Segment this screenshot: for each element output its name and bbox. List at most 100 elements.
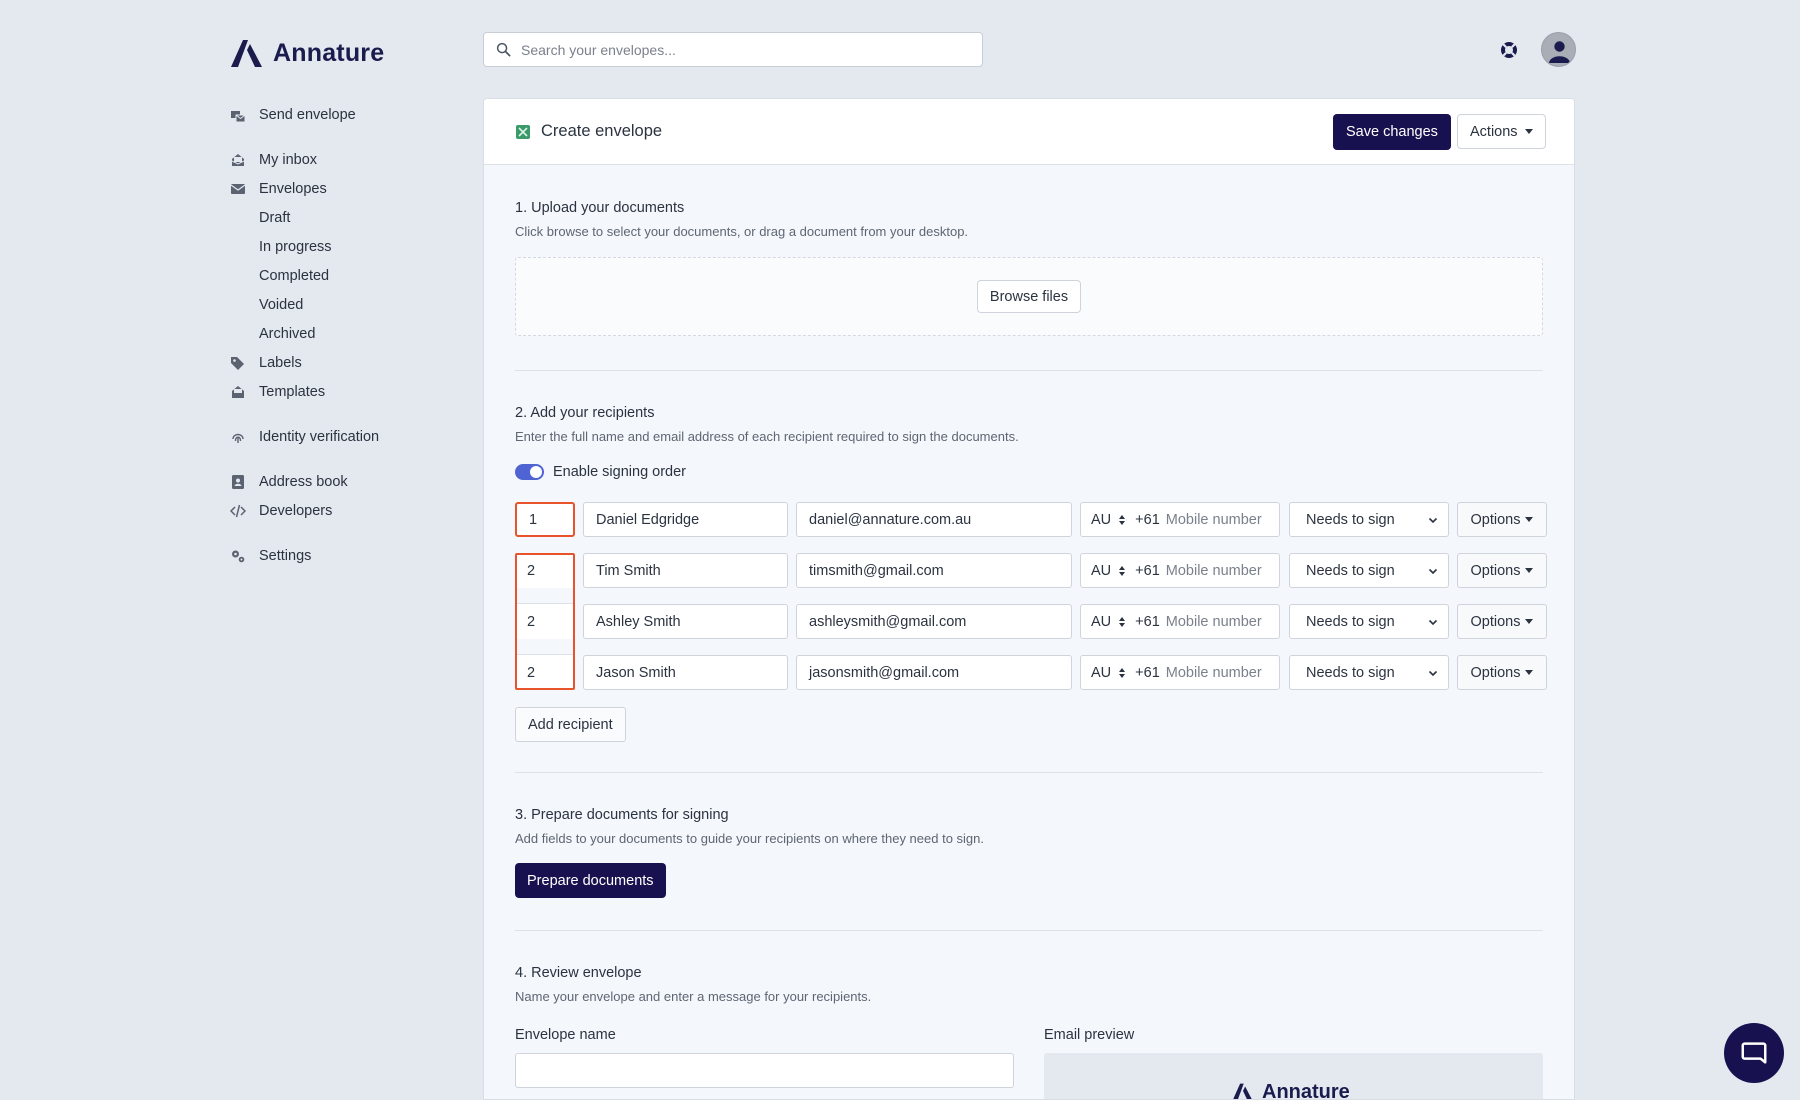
dial-code: +61: [1135, 562, 1160, 579]
sidebar-item-label: Completed: [259, 267, 330, 284]
recipients-list: 1 Daniel Edgridge daniel@annature.com.au…: [515, 502, 1547, 692]
search-bar[interactable]: [483, 32, 983, 67]
recipient-email-input[interactable]: jasonsmith@gmail.com: [796, 655, 1072, 690]
actions-label: Actions: [1470, 123, 1518, 140]
select-arrows-icon: [1119, 514, 1126, 525]
panel-header: Create envelope Save changes Actions: [484, 99, 1574, 165]
sidebar-item-in-progress[interactable]: In progress: [229, 232, 449, 261]
sidebar-item-voided[interactable]: Voided: [229, 290, 449, 319]
prepare-description: Add fields to your documents to guide yo…: [515, 831, 985, 846]
signing-order-input[interactable]: 1: [515, 502, 575, 537]
order-group-separator: [517, 654, 573, 655]
recipient-name-input[interactable]: Daniel Edgridge: [583, 502, 788, 537]
recipient-options-button[interactable]: Options: [1457, 655, 1547, 690]
role-value: Needs to sign: [1306, 664, 1395, 681]
mobile-number-input[interactable]: Mobile number: [1166, 512, 1262, 528]
browse-files-button[interactable]: Browse files: [976, 280, 1082, 313]
envelope-name-label: Envelope name: [515, 1027, 616, 1043]
create-envelope-icon: [516, 124, 530, 139]
preview-logo: Annature: [1230, 1081, 1350, 1100]
recipient-email-input[interactable]: daniel@annature.com.au: [796, 502, 1072, 537]
country-code-select[interactable]: AU: [1091, 512, 1111, 528]
mobile-number-input[interactable]: Mobile number: [1166, 665, 1262, 681]
recipient-role-select[interactable]: Needs to sign: [1289, 553, 1449, 588]
recipient-name-input[interactable]: Jason Smith: [583, 655, 788, 690]
search-input[interactable]: [521, 33, 982, 66]
country-code-select[interactable]: AU: [1091, 563, 1111, 579]
help-lifebuoy-icon[interactable]: [1497, 38, 1521, 62]
search-icon: [496, 42, 511, 57]
sidebar-item-label: Developers: [259, 502, 333, 519]
create-envelope-panel: Create envelope Save changes Actions 1. …: [483, 98, 1575, 1100]
recipient-email-input[interactable]: ashleysmith@gmail.com: [796, 604, 1072, 639]
annature-logo-icon: [1233, 1083, 1252, 1099]
sidebar-item-send-envelope[interactable]: Send envelope: [229, 100, 449, 129]
country-code-select[interactable]: AU: [1091, 665, 1111, 681]
chevron-down-icon: [1428, 670, 1438, 676]
email-preview-label: Email preview: [1044, 1027, 1135, 1043]
recipient-name-input[interactable]: Ashley Smith: [583, 604, 788, 639]
mobile-number-input[interactable]: Mobile number: [1166, 614, 1262, 630]
recipient-email-input[interactable]: timsmith@gmail.com: [796, 553, 1072, 588]
sidebar-item-address-book[interactable]: Address book: [229, 467, 449, 496]
chat-support-button[interactable]: [1724, 1023, 1784, 1083]
recipient-role-select[interactable]: Needs to sign: [1289, 604, 1449, 639]
section-divider: [515, 772, 1543, 773]
review-title: 4. Review envelope: [515, 965, 642, 981]
recipient-role-select[interactable]: Needs to sign: [1289, 502, 1449, 537]
sidebar-item-settings[interactable]: Settings: [229, 541, 449, 570]
sidebar-item-templates[interactable]: Templates: [229, 377, 449, 406]
signing-order-input[interactable]: 2: [515, 655, 575, 690]
recipient-phone-field[interactable]: AU +61 Mobile number: [1080, 655, 1280, 690]
document-dropzone[interactable]: Browse files: [515, 257, 1543, 336]
prepare-documents-button[interactable]: Prepare documents: [515, 863, 666, 898]
sidebar-item-label: Identity verification: [259, 428, 380, 445]
chevron-down-icon: [1428, 517, 1438, 523]
envelope-name-input[interactable]: [515, 1053, 1014, 1088]
sidebar-item-archived[interactable]: Archived: [229, 319, 449, 348]
sidebar-item-label: Settings: [259, 547, 312, 564]
sidebar-item-labels[interactable]: Labels: [229, 348, 449, 377]
country-code-select[interactable]: AU: [1091, 614, 1111, 630]
sidebar-item-envelopes[interactable]: Envelopes: [229, 174, 449, 203]
sidebar-item-my-inbox[interactable]: My inbox: [229, 145, 449, 174]
options-label: Options: [1470, 511, 1521, 528]
recipient-phone-field[interactable]: AU +61 Mobile number: [1080, 604, 1280, 639]
recipient-options-button[interactable]: Options: [1457, 604, 1547, 639]
signing-order-toggle[interactable]: [515, 464, 544, 480]
recipient-name-input[interactable]: Tim Smith: [583, 553, 788, 588]
signing-order-input[interactable]: 2: [515, 553, 575, 588]
preview-logo-wordmark: Annature: [1262, 1081, 1350, 1100]
sidebar-item-identity-verification[interactable]: Identity verification: [229, 422, 449, 451]
recipient-options-button[interactable]: Options: [1457, 502, 1547, 537]
review-section: 4. Review envelope Name your envelope an…: [515, 965, 1543, 1004]
save-changes-button[interactable]: Save changes: [1333, 114, 1451, 150]
annature-logo-icon: [231, 40, 262, 67]
page-title: Create envelope: [541, 122, 663, 140]
user-avatar[interactable]: [1541, 32, 1576, 67]
sidebar-item-label: My inbox: [259, 151, 318, 168]
sidebar-item-developers[interactable]: Developers: [229, 496, 449, 525]
order-group-separator: [517, 603, 573, 604]
sidebar-item-label: Templates: [259, 383, 326, 400]
sidebar-item-completed[interactable]: Completed: [229, 261, 449, 290]
add-recipient-button[interactable]: Add recipient: [515, 707, 626, 742]
recipient-role-select[interactable]: Needs to sign: [1289, 655, 1449, 690]
templates-icon: [229, 383, 247, 401]
dial-code: +61: [1135, 511, 1160, 528]
signing-order-input[interactable]: 2: [515, 604, 575, 639]
recipient-options-button[interactable]: Options: [1457, 553, 1547, 588]
email-preview: Annature: [1044, 1053, 1543, 1100]
mobile-number-input[interactable]: Mobile number: [1166, 563, 1262, 579]
caret-down-icon: [1525, 568, 1534, 573]
send-envelope-icon: [229, 106, 247, 124]
caret-down-icon: [1525, 670, 1534, 675]
logo-wordmark: Annature: [273, 38, 385, 67]
select-arrows-icon: [1119, 667, 1126, 678]
annature-logo[interactable]: Annature: [229, 38, 384, 68]
recipient-phone-field[interactable]: AU +61 Mobile number: [1080, 502, 1280, 537]
dial-code: +61: [1135, 664, 1160, 681]
recipient-phone-field[interactable]: AU +61 Mobile number: [1080, 553, 1280, 588]
sidebar-item-draft[interactable]: Draft: [229, 203, 449, 232]
actions-dropdown-button[interactable]: Actions: [1457, 114, 1546, 149]
